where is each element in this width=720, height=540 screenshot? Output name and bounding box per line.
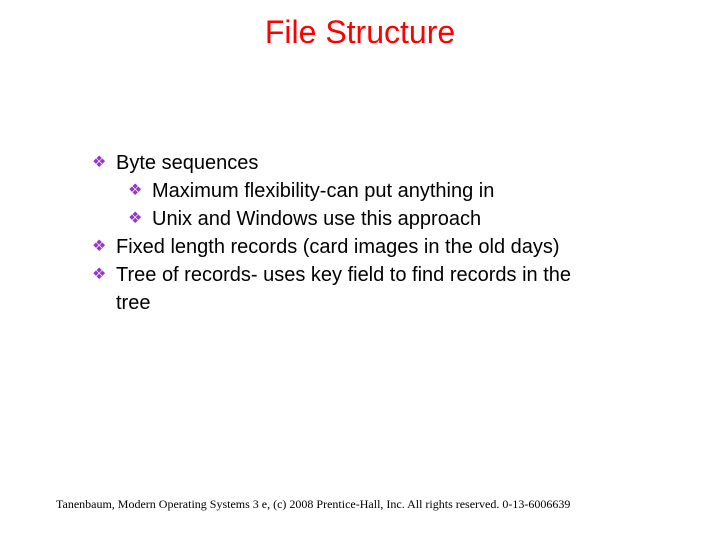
- list-item: ❖ Byte sequences: [92, 150, 680, 176]
- list-item-continuation: tree: [92, 290, 680, 316]
- footer-text: Tanenbaum, Modern Operating Systems 3 e,…: [56, 497, 680, 512]
- list-item: ❖ Maximum flexibility-can put anything i…: [128, 178, 680, 204]
- bullet-text: Fixed length records (card images in the…: [116, 234, 680, 260]
- list-item: ❖ Unix and Windows use this approach: [128, 206, 680, 232]
- bullet-text: Unix and Windows use this approach: [152, 206, 680, 232]
- spacer: [92, 290, 116, 293]
- bullet-text: Maximum flexibility-can put anything in: [152, 178, 680, 204]
- slide: File Structure ❖ Byte sequences ❖ Maximu…: [0, 0, 720, 540]
- slide-body: ❖ Byte sequences ❖ Maximum flexibility-c…: [92, 150, 680, 318]
- slide-title: File Structure: [0, 0, 720, 51]
- diamond-bullet-icon: ❖: [92, 150, 116, 174]
- list-item: ❖ Tree of records- uses key field to fin…: [92, 262, 680, 288]
- list-item: ❖ Fixed length records (card images in t…: [92, 234, 680, 260]
- diamond-bullet-icon: ❖: [128, 206, 152, 230]
- diamond-bullet-icon: ❖: [92, 262, 116, 286]
- bullet-text: Byte sequences: [116, 150, 680, 176]
- diamond-bullet-icon: ❖: [92, 234, 116, 258]
- bullet-text: Tree of records- uses key field to find …: [116, 262, 680, 288]
- bullet-text: tree: [116, 290, 680, 316]
- diamond-bullet-icon: ❖: [128, 178, 152, 202]
